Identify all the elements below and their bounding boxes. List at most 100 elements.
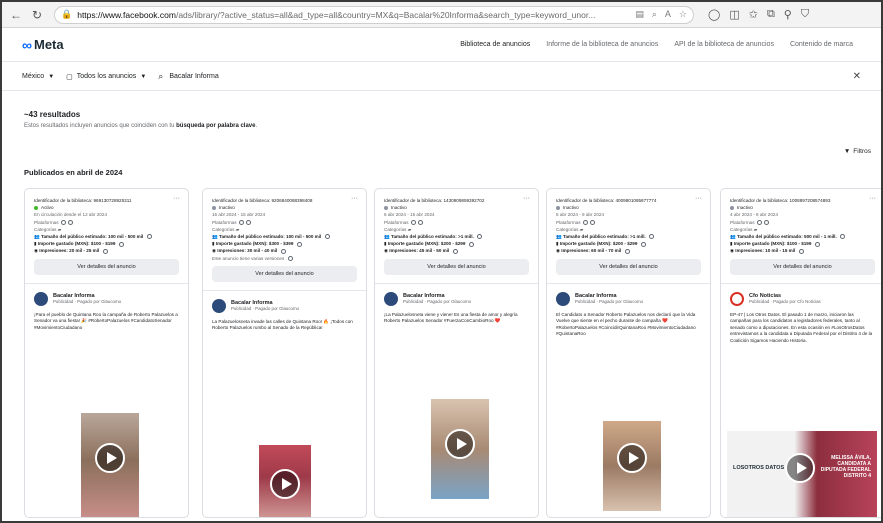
chevron-down-icon: ▼ <box>140 73 147 80</box>
search-input[interactable]: ⌕ Bacalar Informa <box>158 71 852 82</box>
platforms-label: Plataformas <box>384 219 529 226</box>
inactive-dot-icon <box>212 205 216 210</box>
nav-branded-content[interactable]: Contenido de marca <box>790 41 853 48</box>
ad-body-text: ¡Para el pueblo de Quintana Roo la campa… <box>34 311 178 330</box>
more-options-icon[interactable]: ··· <box>869 195 876 202</box>
view-ad-details-button[interactable]: Ver detalles del anuncio <box>34 258 179 275</box>
categories-label: Categorías ▰ <box>212 226 240 232</box>
favorite-icon[interactable]: ☆ <box>679 9 687 20</box>
favorites-bar-icon[interactable]: ✩ <box>749 8 758 21</box>
advertiser-header: Bacalar Informa Publicidad · Pagado por … <box>375 284 538 306</box>
more-options-icon[interactable]: ··· <box>351 195 358 202</box>
ad-video[interactable] <box>81 413 139 517</box>
meta-logo[interactable]: ∞ Meta <box>22 37 64 53</box>
inactive-dot-icon <box>730 205 734 210</box>
search-query[interactable]: Bacalar Informa <box>169 73 218 80</box>
avatar[interactable] <box>384 291 398 306</box>
meta-logo-text: Meta <box>33 37 64 52</box>
ad-video[interactable] <box>431 399 489 499</box>
sponsor-line: Publicidad · Pagado por Glaucomo <box>575 299 644 305</box>
zoom-icon[interactable]: ⌕ <box>652 9 657 20</box>
play-icon[interactable] <box>617 443 647 473</box>
filters-button[interactable]: ▼ Filtros <box>844 148 871 155</box>
screenshot-frame: ← ↻ 🔒 https://www.facebook.com/ads/libra… <box>0 0 883 523</box>
extensions-icon[interactable]: ⚲ <box>784 8 792 21</box>
run-dates: 6 abr 2024 - 15 abr 2024 <box>384 212 435 218</box>
ad-cards: ··· Identificador de la biblioteca: 9691… <box>24 188 881 521</box>
ad-video[interactable]: LOSOTROS DATOS MELISSA ÁVILA, CANDIDATA … <box>727 431 877 517</box>
amount-spent: ▮ Importe gastado (MXN): $100 - $199 <box>34 240 179 247</box>
megaphone-icon: ▰ <box>753 226 758 232</box>
sponsor-line: Publicidad · Pagado por Glaucomo <box>231 306 300 312</box>
nav-ad-library[interactable]: Biblioteca de anuncios <box>460 41 530 48</box>
video-caption: MELISSA ÁVILA, CANDIDATA A DIPUTADA FEDE… <box>820 455 871 479</box>
ad-category-icon: ▢ <box>66 73 73 81</box>
info-icon <box>649 234 655 240</box>
platforms-label: Plataformas <box>34 219 179 226</box>
ad-video[interactable] <box>259 445 311 517</box>
info-icon <box>640 241 646 247</box>
status-badge: Inactivo <box>730 204 875 211</box>
lock-icon[interactable]: 🔒 <box>61 9 72 20</box>
run-dates: 4 abr 2024 - 8 abr 2024 <box>730 212 779 218</box>
more-options-icon[interactable]: ··· <box>695 195 702 202</box>
library-id: Identificador de la biblioteca: 96913072… <box>34 198 132 203</box>
play-icon[interactable] <box>445 429 475 459</box>
more-options-icon[interactable]: ··· <box>173 195 180 202</box>
avatar[interactable] <box>556 291 570 306</box>
avatar[interactable] <box>730 291 744 306</box>
reader-icon[interactable]: ▤ <box>635 9 644 20</box>
advertiser-header: Bacalar Informa Publicidad · Pagado por … <box>547 284 710 306</box>
ad-card: ··· Identificador de la biblioteca: 9206… <box>202 188 367 518</box>
view-ad-details-button[interactable]: Ver detalles del anuncio <box>384 258 529 275</box>
categories-label: Categorías ▰ <box>730 226 758 232</box>
shield-icon[interactable]: ⛉ <box>801 8 809 21</box>
categories-label: Categorías ▰ <box>556 226 584 232</box>
ad-card: ··· Identificador de la biblioteca: 9691… <box>24 188 189 518</box>
instagram-icon <box>589 219 595 225</box>
copilot-icon[interactable]: ◯ <box>708 8 720 21</box>
meta-top-nav: ∞ Meta Biblioteca de anuncios Informe de… <box>2 28 881 62</box>
view-ad-details-button[interactable]: Ver detalles del anuncio <box>730 258 875 275</box>
address-bar[interactable]: 🔒 https://www.facebook.com/ads/library/?… <box>54 5 694 24</box>
avatar[interactable] <box>212 298 226 313</box>
facebook-icon <box>60 219 66 225</box>
avatar[interactable] <box>34 291 48 306</box>
view-ad-details-button[interactable]: Ver detalles del anuncio <box>556 258 701 275</box>
nav-ad-library-api[interactable]: API de la biblioteca de anuncios <box>674 41 774 48</box>
play-icon[interactable] <box>270 469 300 499</box>
instagram-icon <box>67 219 73 225</box>
impressions: ◉ Impresiones: 60 mil - 70 mil <box>556 247 701 254</box>
meta-infinity-icon: ∞ <box>22 36 32 53</box>
info-icon <box>798 248 804 254</box>
ad-video[interactable] <box>603 421 661 511</box>
info-icon <box>468 241 474 247</box>
status-badge: Activo <box>34 204 179 211</box>
play-icon[interactable] <box>95 443 125 473</box>
facebook-icon <box>582 219 588 225</box>
info-icon <box>452 248 458 254</box>
info-icon <box>840 234 846 240</box>
platforms-label: Plataformas <box>212 219 357 226</box>
results-subtitle: Estos resultados incluyen anuncios que c… <box>24 123 258 129</box>
clear-search-icon[interactable]: ✕ <box>853 71 861 82</box>
collections-icon[interactable]: ⧉ <box>767 8 775 21</box>
amount-spent: ▮ Importe gastado (MXN): $300 - $399 <box>212 240 357 247</box>
split-screen-icon[interactable]: ◫ <box>729 8 739 21</box>
refresh-icon[interactable]: ↻ <box>29 7 45 23</box>
ad-type-select[interactable]: ▢ Todos los anuncios ▼ <box>66 73 146 81</box>
more-options-icon[interactable]: ··· <box>523 195 530 202</box>
read-aloud-icon[interactable]: A <box>665 9 671 20</box>
country-select[interactable]: México ▼ <box>22 73 54 80</box>
library-id: Identificador de la biblioteca: 10088972… <box>730 198 831 203</box>
status-badge: Inactivo <box>556 204 701 211</box>
amount-spent: ▮ Importe gastado (MXN): $200 - $299 <box>384 240 529 247</box>
view-ad-details-button[interactable]: Ver detalles del anuncio <box>212 265 357 282</box>
play-icon[interactable] <box>785 453 815 483</box>
nav-ad-library-report[interactable]: Informe de la biblioteca de anuncios <box>546 41 658 48</box>
active-dot-icon <box>34 205 38 210</box>
megaphone-icon: ▰ <box>579 226 584 232</box>
top-nav-links: Biblioteca de anuncios Informe de la bib… <box>460 41 853 48</box>
section-heading: Publicados en abril de 2024 <box>24 168 123 177</box>
back-icon[interactable]: ← <box>8 7 24 23</box>
